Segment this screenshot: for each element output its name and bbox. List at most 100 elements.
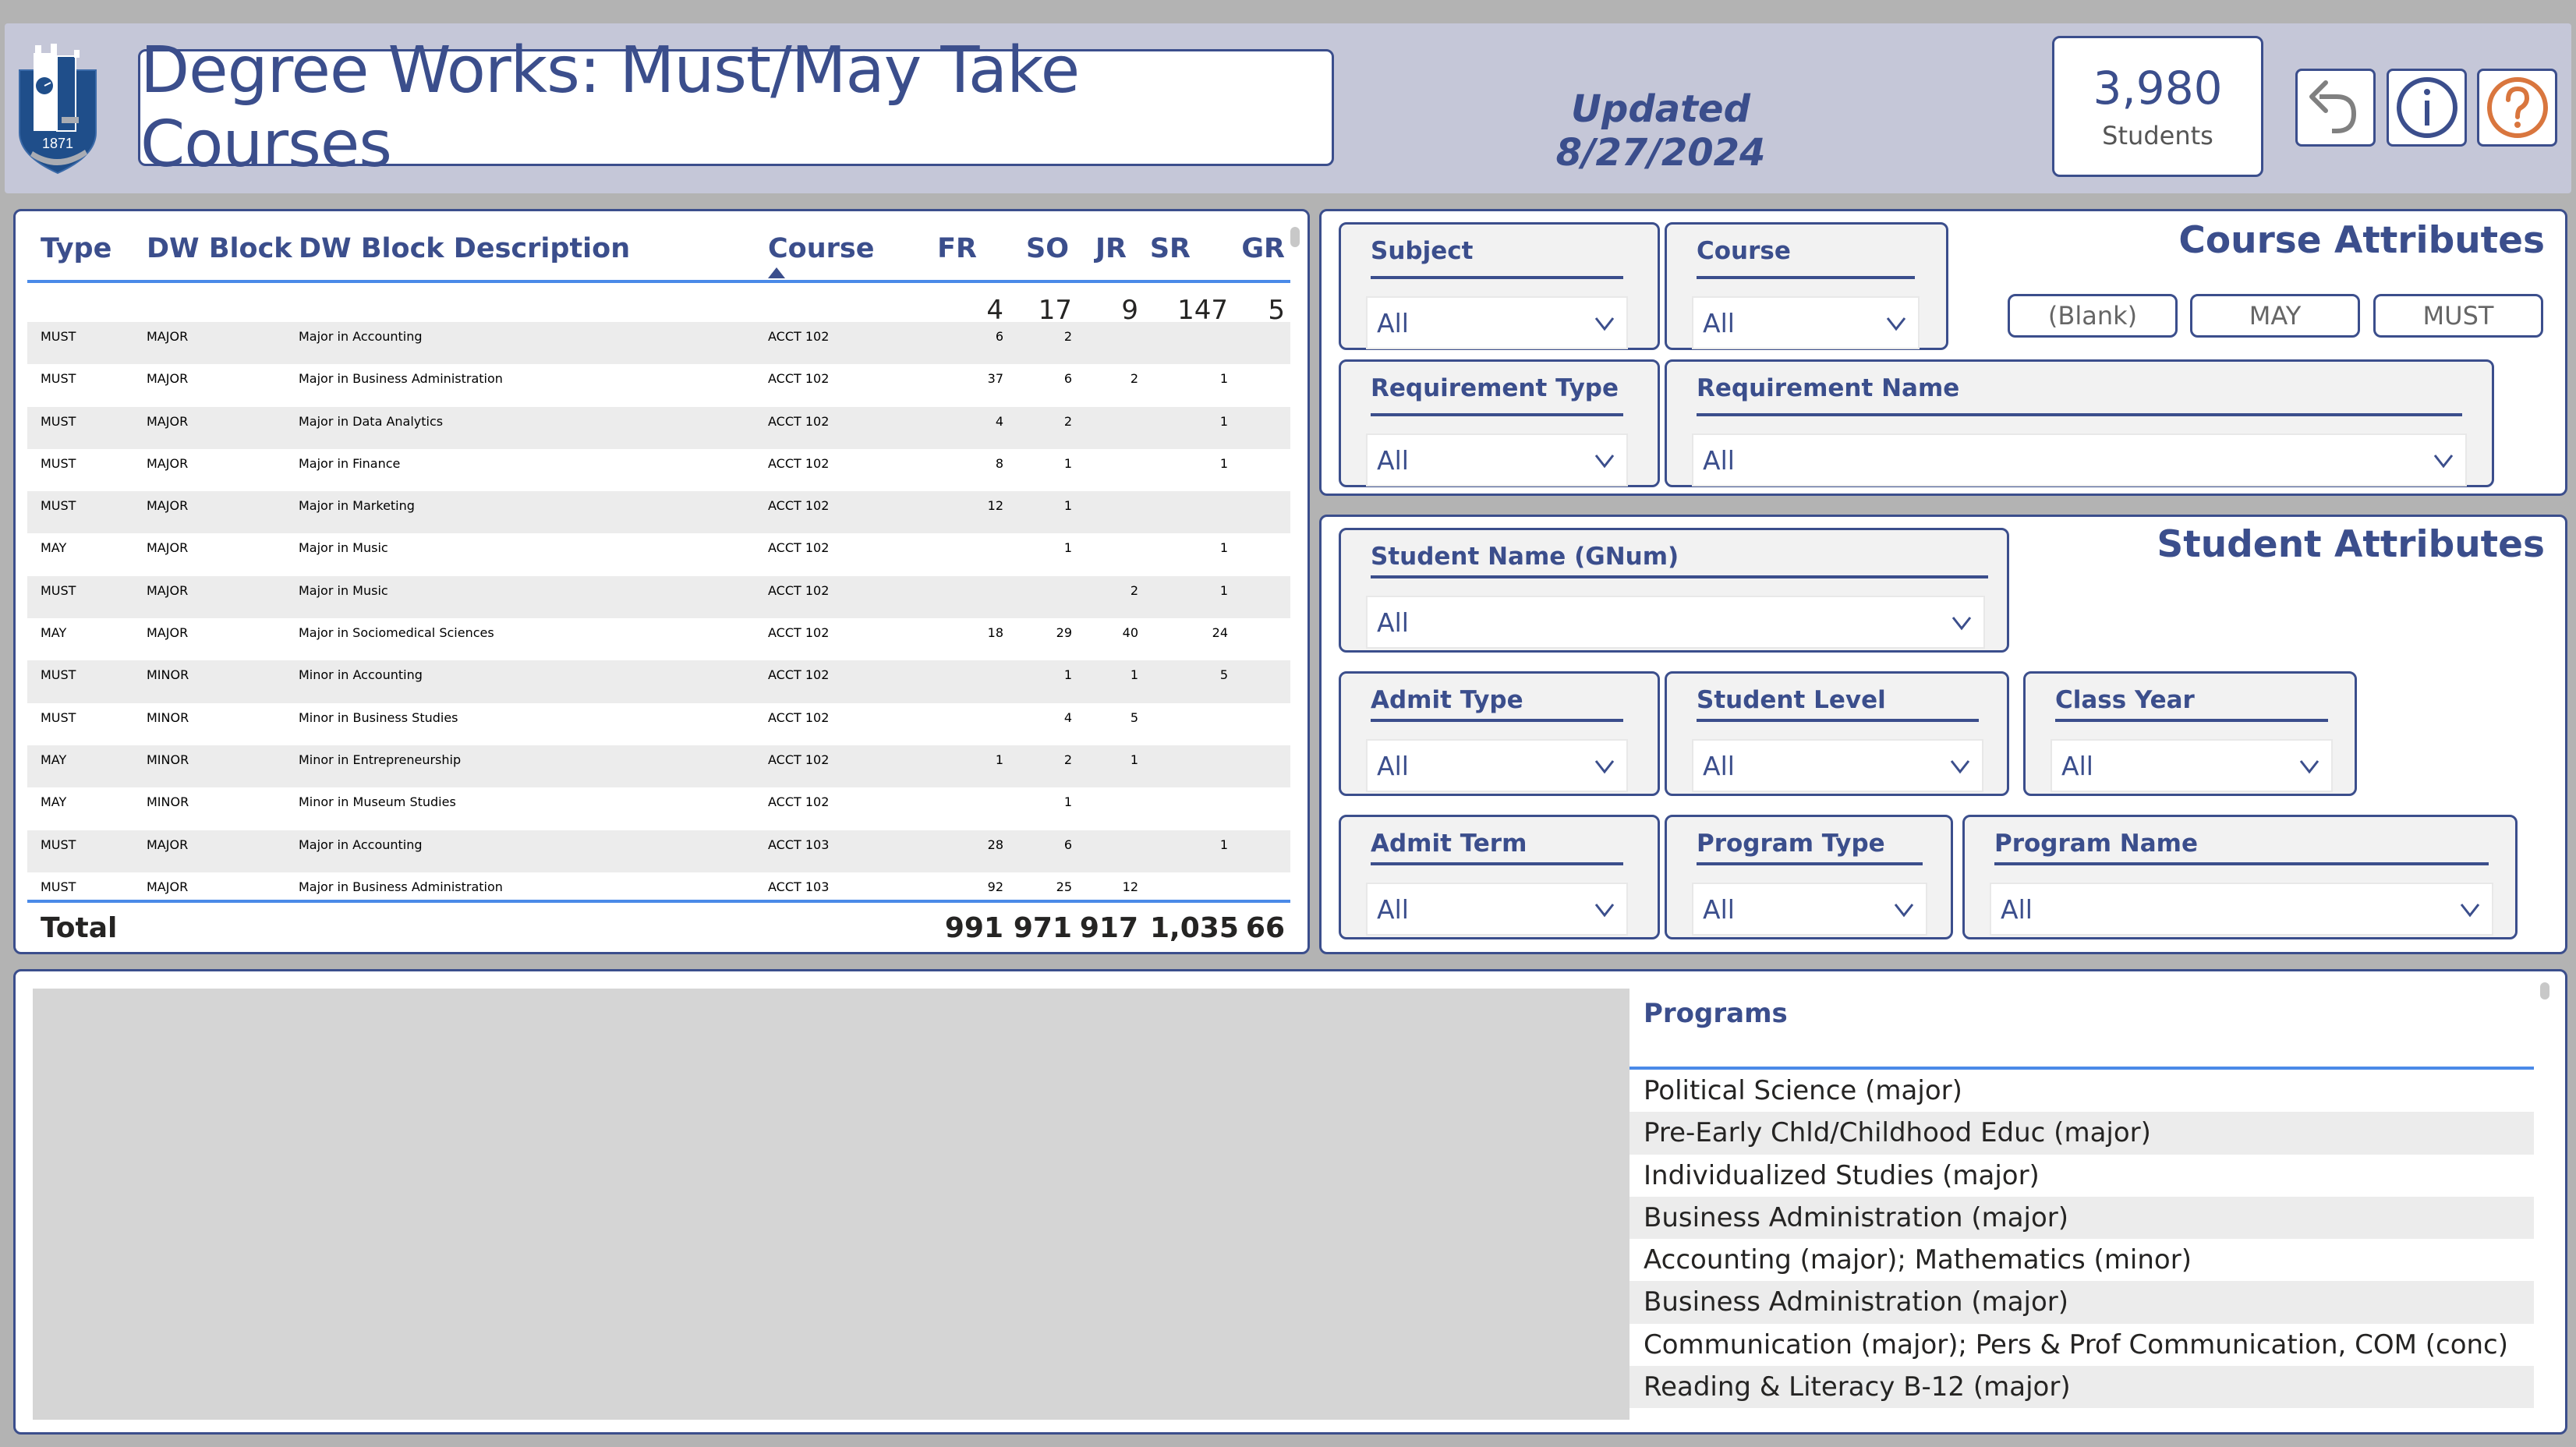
detail-scrollbar[interactable] — [2540, 982, 2549, 999]
table-row[interactable]: MAY MAJOR Major in Sociomedical Sciences AC… — [27, 618, 1290, 660]
column-header-dw-block-description[interactable]: DW Block Description — [299, 233, 630, 264]
column-header-type[interactable]: Type — [41, 233, 111, 264]
cell-type: MUST — [41, 667, 76, 683]
cell-dw-block: MAJOR — [147, 837, 189, 852]
table-row[interactable]: MUST MAJOR Major in Data Analytics ACCT 102… — [27, 406, 1290, 449]
admit-type-dropdown[interactable]: All — [1366, 739, 1628, 792]
info-icon — [2396, 77, 2457, 138]
cell-fr: 92 — [987, 879, 1003, 894]
program-row[interactable]: Individualized Studies (major) — [1629, 1155, 2534, 1197]
table-row[interactable]: MUST MAJOR Major in Finance ACCT 102 8 1 1 — [27, 449, 1290, 491]
table-row[interactable]: MUST MINOR Minor in Business Studies ACCT 1… — [27, 703, 1290, 745]
program-name-dropdown[interactable]: All — [1990, 883, 2493, 936]
updated-date: Updated 8/27/2024 — [1555, 87, 1766, 175]
column-header-course[interactable]: Course — [768, 233, 874, 264]
table-row[interactable]: MUST MAJOR Major in Music ACCT 102 2 1 — [27, 575, 1290, 619]
chevron-down-icon — [2299, 760, 2319, 774]
table-row[interactable]: MAY MINOR Minor in Museum Studies ACCT 102 1 — [27, 787, 1290, 830]
program-type-dropdown[interactable]: All — [1692, 883, 1927, 936]
cell-dw-block: MINOR — [147, 667, 189, 683]
tower-crest-icon: 1871 — [19, 44, 97, 175]
slicer-underline — [1371, 862, 1623, 865]
chevron-down-icon — [1886, 317, 1906, 331]
program-row[interactable]: Business Administration (major) — [1629, 1281, 2534, 1324]
slicer-label: Requirement Type — [1371, 374, 1619, 402]
table-row[interactable]: MAY MINOR Minor in Entrepreneurship ACCT 10… — [27, 745, 1290, 788]
dropdown-value: All — [1703, 893, 1735, 925]
programs-header-label: Programs — [1644, 998, 1788, 1029]
program-row[interactable]: Political Science (major) — [1629, 1070, 2534, 1112]
chevron-down-icon — [2433, 455, 2454, 469]
column-header-gr[interactable]: GR — [1207, 233, 1285, 264]
table-header: Type DW Block DW Block Description Cours… — [27, 211, 1290, 283]
program-row[interactable]: Communication (major); Pers & Prof Commu… — [1629, 1324, 2534, 1366]
chevron-down-icon — [1894, 904, 1914, 918]
program-row[interactable]: Accounting (major); Mathematics (minor) — [1629, 1239, 2534, 1281]
student-level-dropdown[interactable]: All — [1692, 739, 1983, 792]
student-count-label: Students — [2102, 121, 2213, 150]
cell-fr: 6 — [995, 329, 1003, 344]
student-name-dropdown[interactable]: All — [1366, 596, 1985, 649]
table-row[interactable]: MUST MAJOR Major in Marketing ACCT 102 12 1 — [27, 491, 1290, 534]
requirement-type-dropdown[interactable]: All — [1366, 433, 1628, 486]
admit-term-dropdown[interactable]: All — [1366, 883, 1628, 936]
cell-course: ACCT 103 — [768, 837, 830, 852]
table-row[interactable]: MUST MAJOR Major in Accounting ACCT 102 6 2 — [27, 322, 1290, 365]
column-header-sr[interactable]: SR — [1113, 233, 1191, 264]
type-chip-may[interactable]: MAY — [2190, 294, 2360, 338]
cell-dw-block-description: Major in Sociomedical Sciences — [299, 625, 494, 641]
programs-list: Political Science (major) Pre-Early Chld/… — [1629, 1070, 2534, 1409]
back-button[interactable] — [2295, 69, 2376, 147]
table-total-row: Total 991 971 917 1,035 66 — [27, 904, 1290, 951]
requirement-name-dropdown[interactable]: All — [1692, 433, 2467, 486]
column-header-dw-block[interactable]: DW Block — [147, 233, 292, 264]
blank-group-row: 4 17 9 147 5 — [27, 288, 1290, 326]
programs-column-header[interactable]: Programs — [1629, 989, 2534, 1070]
slicer-label: Subject — [1371, 237, 1474, 265]
class-year-dropdown[interactable]: All — [2051, 739, 2333, 792]
requirement-type-slicer: Requirement Type All — [1339, 359, 1660, 487]
program-row[interactable]: Pre-Early Chld/Childhood Educ (major) — [1629, 1112, 2534, 1155]
redacted-student-columns — [33, 989, 1629, 1420]
subject-dropdown[interactable]: All — [1366, 296, 1628, 349]
slicer-label: Student Name (GNum) — [1371, 543, 1679, 571]
slicer-underline — [1697, 276, 1915, 279]
help-button[interactable] — [2477, 69, 2557, 147]
cell-dw-block-description: Major in Business Administration — [299, 371, 503, 387]
cell-course: ACCT 102 — [768, 752, 830, 767]
cell-type: MUST — [41, 879, 76, 894]
cell-type: MAY — [41, 540, 67, 556]
table-row[interactable]: MUST MAJOR Major in Accounting ACCT 103 28 6 1 — [27, 830, 1290, 872]
slicer-underline — [1371, 413, 1623, 416]
table-body[interactable]: MUST MAJOR Major in Accounting ACCT 102 6 2 MU… — [27, 322, 1290, 903]
program-row[interactable]: Business Administration (major) — [1629, 1196, 2534, 1240]
cell-dw-block-description: Minor in Accounting — [299, 667, 423, 683]
info-button[interactable] — [2387, 69, 2467, 147]
requirement-name-slicer: Requirement Name All — [1665, 359, 2494, 487]
slicer-underline — [1371, 276, 1623, 279]
table-scrollbar[interactable] — [1290, 227, 1300, 247]
slicer-underline — [1994, 862, 2489, 865]
course-dropdown[interactable]: All — [1692, 296, 1920, 349]
cell-so: 1 — [1063, 794, 1072, 810]
subject-slicer: Subject All — [1339, 222, 1660, 350]
table-row[interactable]: MAY MAJOR Major in Music ACCT 102 1 1 — [27, 533, 1290, 575]
column-header-fr[interactable]: FR — [899, 233, 977, 264]
cell-course: ACCT 102 — [768, 667, 830, 683]
title-banner: Degree Works: Must/May Take Courses — [138, 34, 1334, 182]
page-title: Degree Works: Must/May Take Courses — [140, 34, 1080, 182]
cell-so: 2 — [1063, 413, 1072, 429]
table-row[interactable]: MUST MAJOR Major in Business Administratio… — [27, 872, 1290, 900]
cell-dw-block: MAJOR — [147, 540, 189, 556]
cell-so: 1 — [1063, 455, 1072, 471]
table-row[interactable]: MUST MAJOR Major in Business Administratio… — [27, 364, 1290, 406]
cell-gr: 5 — [1268, 295, 1285, 326]
program-row[interactable]: Reading & Literacy B-12 (major) — [1629, 1366, 2534, 1409]
cell-fr: 18 — [987, 625, 1003, 641]
type-chip-blank[interactable]: (Blank) — [2008, 294, 2178, 338]
cell-course: ACCT 102 — [768, 625, 830, 641]
chevron-down-icon — [2460, 904, 2480, 918]
type-chip-must[interactable]: MUST — [2373, 294, 2543, 338]
cell-dw-block-description: Major in Accounting — [299, 837, 423, 852]
table-row[interactable]: MUST MINOR Minor in Accounting ACCT 102 1 1 5 — [27, 660, 1290, 703]
